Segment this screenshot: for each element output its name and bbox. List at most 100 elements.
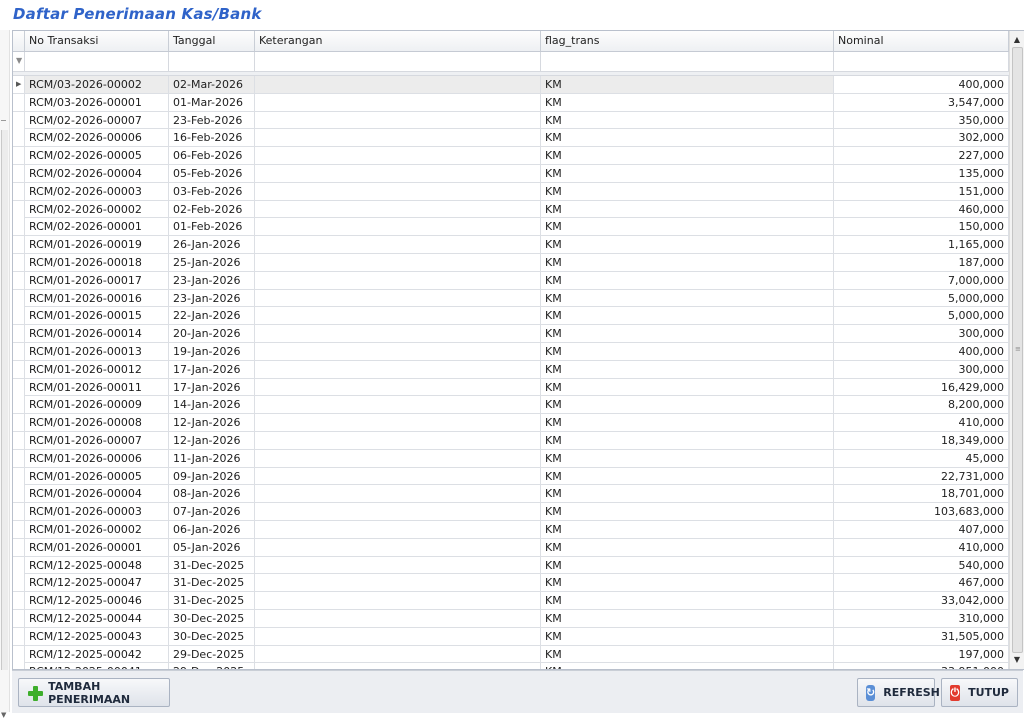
cell-no-transaksi[interactable]: RCM/01-2026-00015 [25, 307, 169, 325]
row-indicator[interactable] [13, 467, 25, 485]
row-indicator[interactable] [13, 164, 25, 182]
table-row[interactable]: RCM/01-2026-00003 07-Jan-2026 KM 103,683,00… [13, 503, 1009, 521]
cell-keterangan[interactable] [255, 200, 541, 218]
refresh-button[interactable]: ↻ REFRESH [857, 678, 940, 707]
cell-keterangan[interactable] [255, 449, 541, 467]
row-indicator[interactable] [13, 182, 25, 200]
table-row[interactable]: RCM/01-2026-00007 12-Jan-2026 KM 18,349,000 [13, 431, 1009, 450]
cell-flag-trans[interactable]: KM [541, 182, 834, 200]
cell-flag-trans[interactable]: KM [541, 467, 834, 485]
row-indicator[interactable] [13, 253, 25, 271]
row-indicator[interactable] [13, 574, 25, 592]
cell-tanggal[interactable]: 05-Feb-2026 [169, 164, 255, 182]
row-indicator[interactable] [13, 218, 25, 236]
row-indicator[interactable] [13, 538, 25, 556]
cell-flag-trans[interactable]: KM [541, 129, 834, 147]
cell-nominal[interactable]: 300,000 [834, 325, 1009, 343]
cell-flag-trans[interactable]: KM [541, 289, 834, 307]
cell-nominal[interactable]: 1,165,000 [834, 236, 1009, 254]
cell-flag-trans[interactable]: KM [541, 236, 834, 254]
cell-tanggal[interactable]: 12-Jan-2026 [169, 414, 255, 432]
cell-tanggal[interactable]: 07-Jan-2026 [169, 503, 255, 521]
column-header-flag-trans[interactable]: flag_trans [541, 31, 834, 51]
cell-nominal[interactable]: 302,000 [834, 129, 1009, 147]
row-indicator[interactable] [13, 342, 25, 360]
cell-nominal[interactable]: 150,000 [834, 218, 1009, 236]
cell-no-transaksi[interactable]: RCM/01-2026-00018 [25, 253, 169, 271]
cell-tanggal[interactable]: 25-Jan-2026 [169, 253, 255, 271]
table-row[interactable]: RCM/12-2025-0004129-Dec-2025 KM33,951,000 [13, 663, 1009, 669]
cell-no-transaksi[interactable]: RCM/01-2026-00009 [25, 396, 169, 414]
table-row[interactable]: RCM/02-2026-00001 01-Feb-2026 KM 150,000 [13, 218, 1009, 237]
cell-tanggal[interactable]: 26-Jan-2026 [169, 236, 255, 254]
cell-no-transaksi[interactable]: RCM/02-2026-00002 [25, 200, 169, 218]
cell-keterangan[interactable] [255, 431, 541, 449]
table-row[interactable]: RCM/12-2025-00047 31-Dec-2025 KM 467,000 [13, 574, 1009, 593]
cell-no-transaksi[interactable]: RCM/01-2026-00006 [25, 449, 169, 467]
cell-flag-trans[interactable]: KM [541, 431, 834, 449]
cell-flag-trans[interactable]: KM [541, 609, 834, 627]
cell-keterangan[interactable] [255, 556, 541, 574]
close-button[interactable]: ⏻ TUTUP [941, 678, 1018, 707]
row-indicator[interactable] [13, 129, 25, 147]
cell-keterangan[interactable] [255, 93, 541, 111]
cell-tanggal[interactable]: 16-Feb-2026 [169, 129, 255, 147]
cell-flag-trans[interactable]: KM [541, 574, 834, 592]
cell-nominal[interactable]: 135,000 [834, 164, 1009, 182]
cell-tanggal[interactable]: 03-Feb-2026 [169, 182, 255, 200]
vertical-scrollbar[interactable]: ▲ ≡ ▼ [1009, 31, 1024, 669]
cell-tanggal[interactable]: 06-Jan-2026 [169, 520, 255, 538]
cell-keterangan[interactable] [255, 271, 541, 289]
cell-nominal[interactable]: 5,000,000 [834, 289, 1009, 307]
cell-no-transaksi[interactable]: RCM/12-2025-00043 [25, 627, 169, 645]
table-row[interactable]: RCM/02-2026-00004 05-Feb-2026 KM 135,000 [13, 164, 1009, 183]
cell-nominal[interactable]: 3,547,000 [834, 93, 1009, 111]
cell-flag-trans[interactable]: KM [541, 538, 834, 556]
table-row[interactable]: RCM/02-2026-00002 02-Feb-2026 KM 460,000 [13, 200, 1009, 219]
cell-nominal[interactable]: 45,000 [834, 449, 1009, 467]
column-header-tanggal[interactable]: Tanggal [169, 31, 255, 51]
cell-flag-trans[interactable]: KM [541, 503, 834, 521]
cell-no-transaksi[interactable]: RCM/01-2026-00007 [25, 431, 169, 449]
cell-tanggal[interactable]: 01-Feb-2026 [169, 218, 255, 236]
cell-keterangan[interactable] [255, 503, 541, 521]
cell-no-transaksi[interactable]: RCM/12-2025-00048 [25, 556, 169, 574]
cell-nominal[interactable]: 103,683,000 [834, 503, 1009, 521]
row-indicator[interactable] [13, 289, 25, 307]
cell-tanggal[interactable]: 30-Dec-2025 [169, 609, 255, 627]
cell-no-transaksi[interactable]: RCM/02-2026-00003 [25, 182, 169, 200]
cell-nominal[interactable]: 151,000 [834, 182, 1009, 200]
cell-keterangan[interactable] [255, 342, 541, 360]
cell-nominal[interactable]: 300,000 [834, 360, 1009, 378]
filter-keterangan-input[interactable] [255, 52, 541, 71]
cell-nominal[interactable]: 540,000 [834, 556, 1009, 574]
cell-keterangan[interactable] [255, 147, 541, 165]
cell-nominal[interactable]: 18,349,000 [834, 431, 1009, 449]
cell-keterangan[interactable] [255, 182, 541, 200]
cell-tanggal[interactable]: 23-Jan-2026 [169, 271, 255, 289]
row-indicator[interactable] [13, 378, 25, 396]
cell-flag-trans[interactable]: KM [541, 485, 834, 503]
table-row[interactable]: RCM/01-2026-00004 08-Jan-2026 KM 18,701,000 [13, 485, 1009, 504]
cell-keterangan[interactable] [255, 609, 541, 627]
cell-flag-trans[interactable]: KM [541, 147, 834, 165]
cell-tanggal[interactable]: 31-Dec-2025 [169, 574, 255, 592]
row-indicator[interactable]: ▶ [13, 76, 25, 93]
cell-tanggal[interactable]: 05-Jan-2026 [169, 538, 255, 556]
cell-tanggal[interactable]: 08-Jan-2026 [169, 485, 255, 503]
table-row[interactable]: RCM/01-2026-00016 23-Jan-2026 KM 5,000,000 [13, 289, 1009, 308]
cell-nominal[interactable]: 310,000 [834, 609, 1009, 627]
cell-no-transaksi[interactable]: RCM/01-2026-00001 [25, 538, 169, 556]
table-row[interactable]: RCM/01-2026-00018 25-Jan-2026 KM 187,000 [13, 253, 1009, 272]
cell-tanggal[interactable]: 30-Dec-2025 [169, 627, 255, 645]
table-row[interactable]: RCM/01-2026-00019 26-Jan-2026 KM 1,165,000 [13, 236, 1009, 254]
row-indicator[interactable] [13, 200, 25, 218]
cell-nominal[interactable]: 18,701,000 [834, 485, 1009, 503]
filter-nominal-input[interactable] [834, 52, 1009, 71]
cell-keterangan[interactable] [255, 76, 541, 93]
cell-keterangan[interactable] [255, 414, 541, 432]
cell-tanggal[interactable]: 29-Dec-2025 [169, 645, 255, 663]
cell-no-transaksi[interactable]: RCM/01-2026-00013 [25, 342, 169, 360]
row-indicator[interactable] [13, 236, 25, 254]
cell-tanggal[interactable]: 19-Jan-2026 [169, 342, 255, 360]
